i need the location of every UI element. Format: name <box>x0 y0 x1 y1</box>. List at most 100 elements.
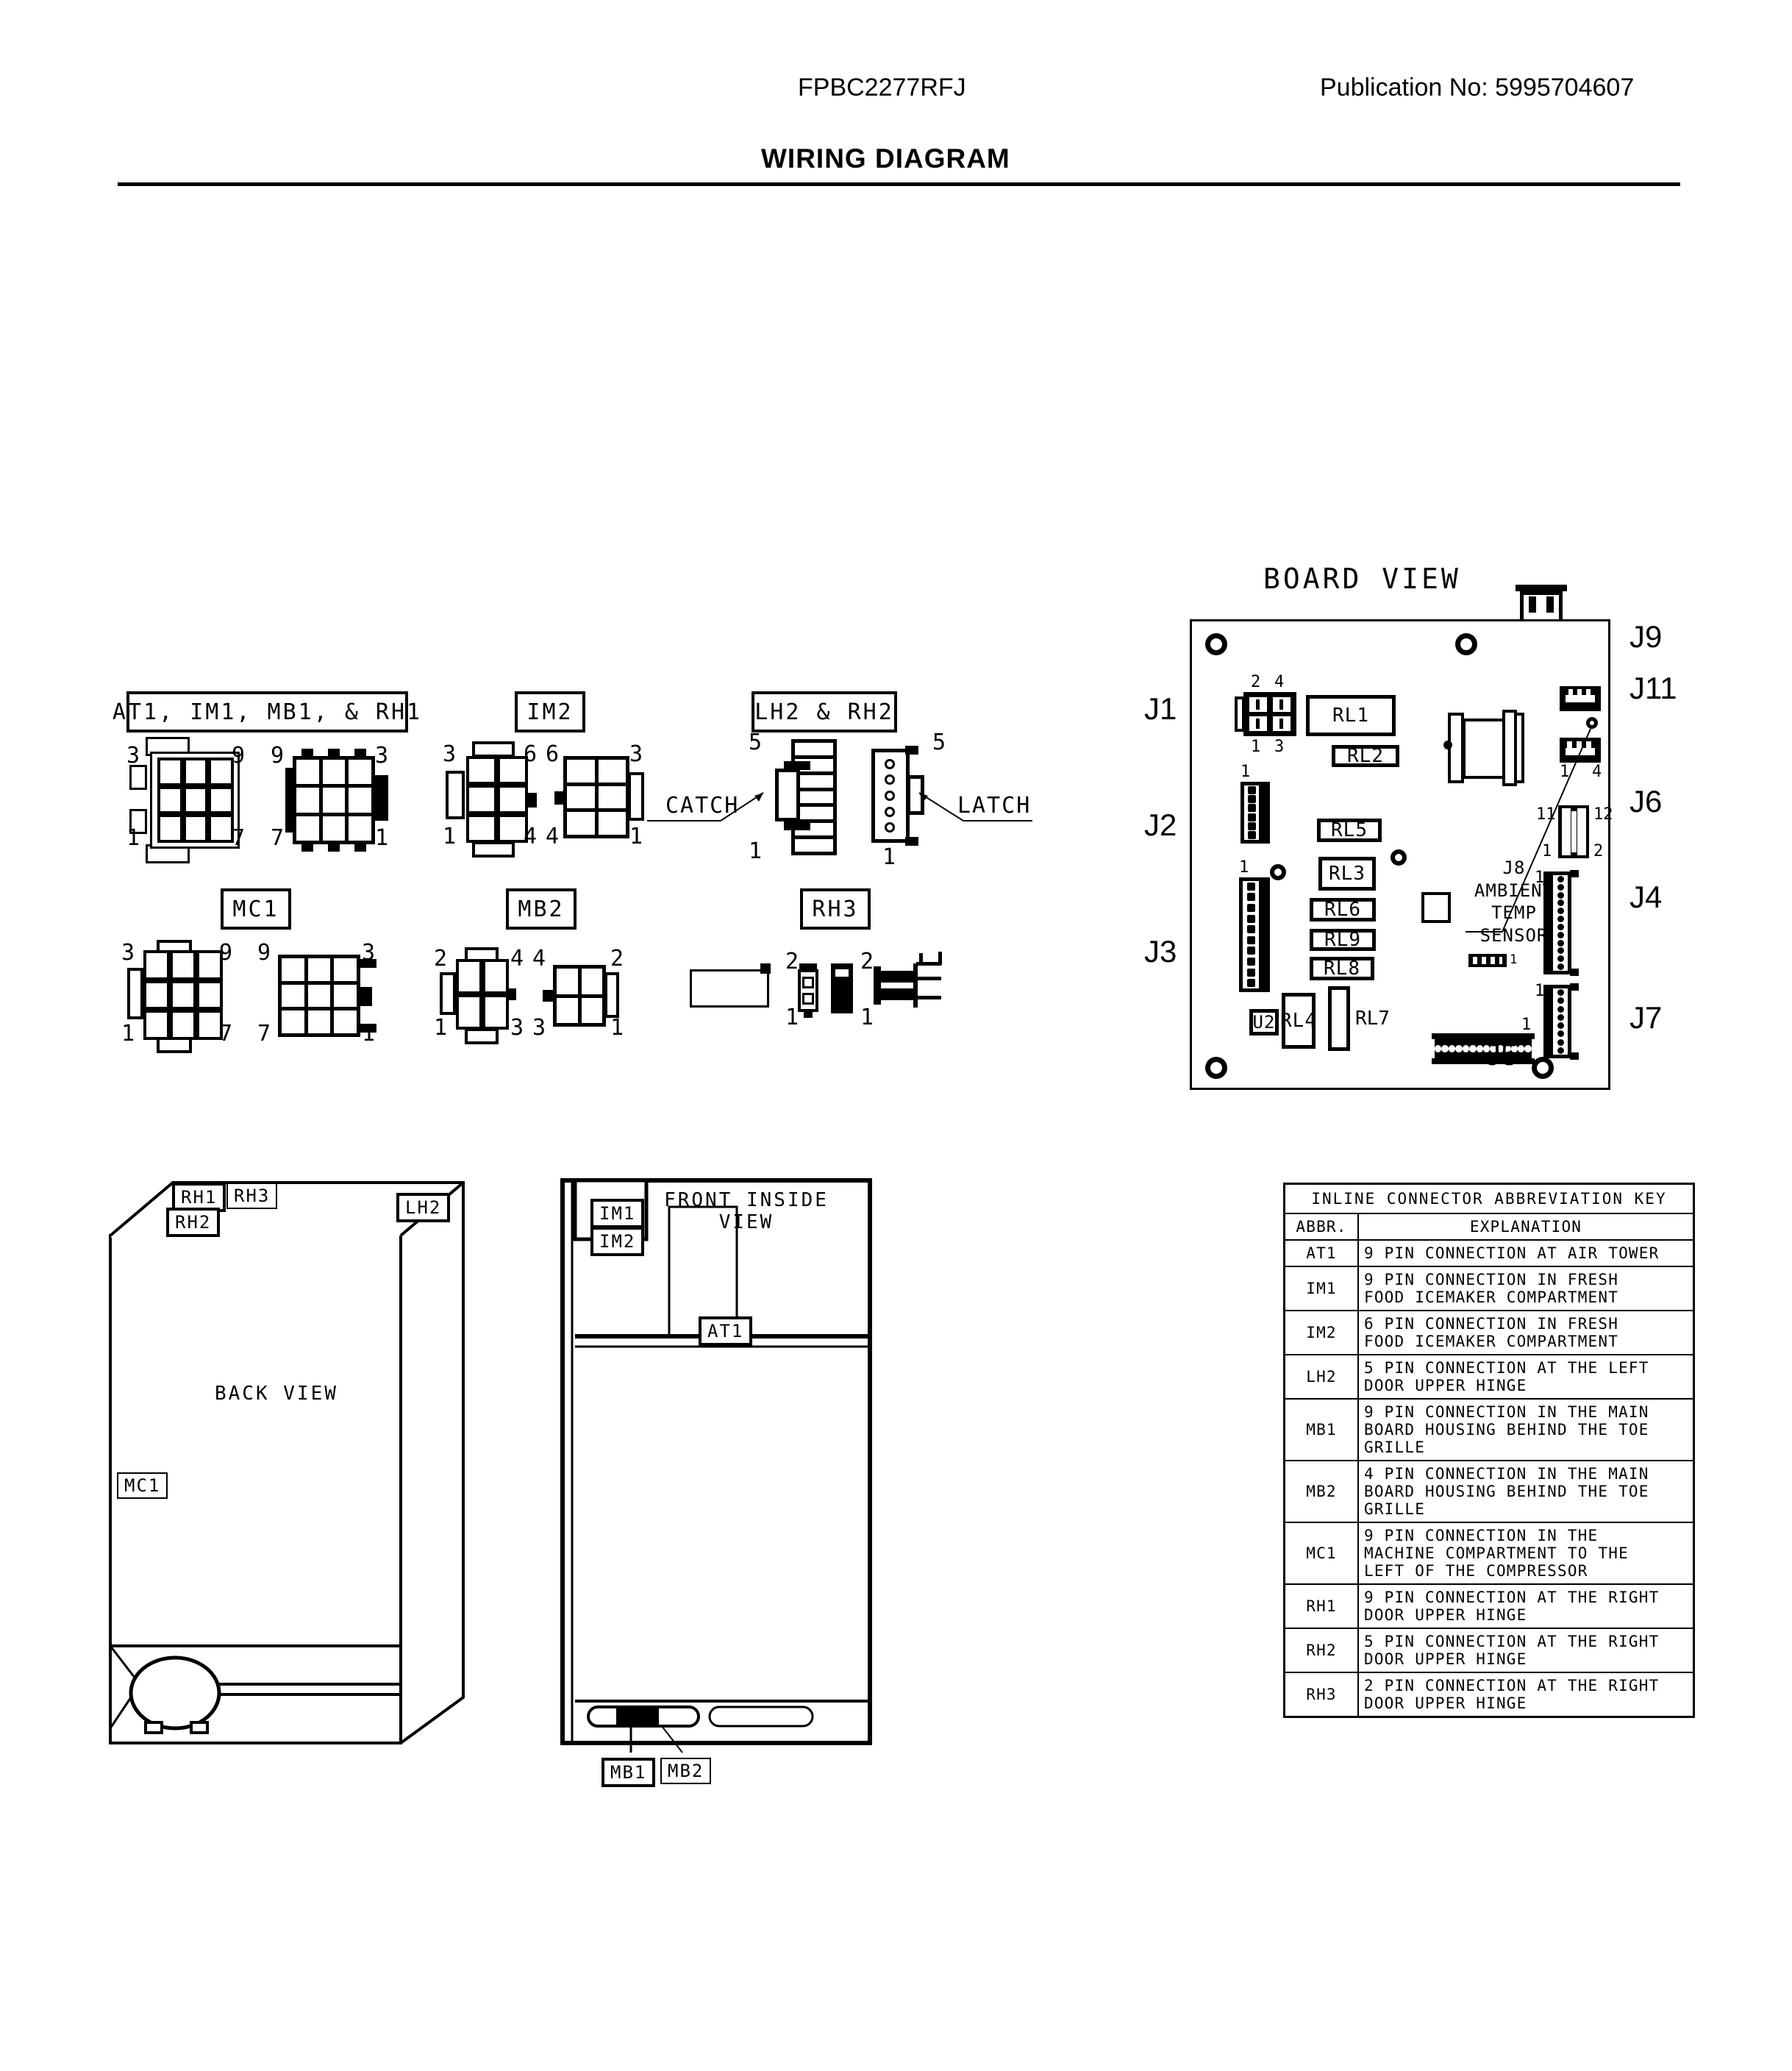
connector-rh3-shell <box>690 963 785 1013</box>
connector-label-j11: J11 <box>1629 671 1677 705</box>
pin-label: 9 <box>257 940 271 966</box>
page-title: WIRING DIAGRAM <box>761 143 1010 174</box>
connector-caption-rh3: RH3 <box>800 888 871 930</box>
connector-j2[interactable] <box>1241 782 1263 844</box>
back-view-label-rh2: RH2 <box>166 1208 221 1237</box>
pin-label: 6 <box>546 741 560 767</box>
pin-label: 2 <box>1251 673 1261 691</box>
table-row: LH2 5 PIN CONNECTION AT THE LEFT DOOR UPP… <box>1283 1354 1695 1400</box>
connector-rh3-receptacle <box>831 963 860 1015</box>
table-row: AT1 9 PIN CONNECTION AT AIR TOWER <box>1283 1239 1695 1267</box>
key-abbr: AT1 <box>1283 1239 1359 1267</box>
connector-j1[interactable] <box>1235 692 1296 736</box>
key-explanation: 9 PIN CONNECTION IN THE MAIN BOARD HOUSIN… <box>1357 1398 1695 1461</box>
key-explanation: 9 PIN CONNECTION AT AIR TOWER <box>1357 1239 1695 1267</box>
pin-label: 1 <box>121 1021 135 1047</box>
key-abbr: RH3 <box>1283 1672 1359 1718</box>
pin-label: 2 <box>785 949 799 974</box>
connector-caption-at1-im1-mb1-rh1: AT1, IM1, MB1, & RH1 <box>113 691 420 732</box>
pin-label: 1 <box>1521 1016 1532 1034</box>
relay-rl9: RL9 <box>1310 929 1376 951</box>
mounting-hole <box>1205 1057 1227 1079</box>
table-row: MB1 9 PIN CONNECTION IN THE MAIN BOARD HO… <box>1283 1398 1695 1461</box>
pin-label: 3 <box>510 1015 524 1041</box>
pin-label: 4 <box>1274 673 1285 691</box>
table-row: IM2 6 PIN CONNECTION IN FRESH FOOD ICEMAK… <box>1283 1310 1695 1355</box>
ic-square <box>1421 892 1451 923</box>
key-table-header-abbr: ABBR. <box>1283 1213 1359 1241</box>
key-abbr: MB2 <box>1283 1460 1359 1523</box>
connector-j4[interactable] <box>1549 871 1571 974</box>
front-view-title: FRONT INSIDE VIEW <box>662 1189 831 1233</box>
pin-label: 1 <box>1251 738 1261 756</box>
pin-label: 1 <box>375 825 389 851</box>
pin-label: 1 <box>1535 982 1545 1000</box>
pin-label: 4 <box>510 946 524 972</box>
connector-label-j4: J4 <box>1629 880 1663 914</box>
key-abbr: MC1 <box>1283 1522 1359 1585</box>
pin-label: 3 <box>375 743 389 769</box>
mounting-hole <box>1455 633 1477 655</box>
front-view-title-line2: VIEW <box>718 1211 774 1233</box>
connector-label-j9: J9 <box>1629 619 1663 654</box>
connector-j3[interactable] <box>1239 877 1263 992</box>
pin-label: 3 <box>121 940 135 966</box>
key-abbr: RH2 <box>1283 1628 1359 1673</box>
pin-label: 3 <box>362 940 376 966</box>
table-row: RH2 5 PIN CONNECTION AT THE RIGHT DOOR UP… <box>1283 1628 1695 1673</box>
pin-label: 4 <box>546 824 560 849</box>
connector-label-j2: J2 <box>1144 808 1177 842</box>
pin-label: 3 <box>629 741 643 767</box>
small-header <box>1468 954 1507 967</box>
pin-label: 1 <box>362 1021 376 1047</box>
relay-rl8: RL8 <box>1310 957 1374 980</box>
connector-j7[interactable] <box>1549 985 1571 1058</box>
front-view-drawing <box>560 1178 872 1753</box>
pin-label: 1 <box>1535 869 1545 887</box>
abbreviation-key-table: INLINE CONNECTOR ABBREVIATION KEY ABBR. … <box>1283 1183 1695 1718</box>
mounting-hole <box>1532 1057 1554 1079</box>
key-abbr: MB1 <box>1283 1398 1359 1461</box>
pin-label: 1 <box>629 824 643 849</box>
pin-label: 1 <box>860 1005 874 1030</box>
connector-rh3-plug <box>796 963 826 1018</box>
pin-label: 3 <box>532 1015 546 1041</box>
connector-caption-mb2: MB2 <box>506 888 576 930</box>
pin-label: 1 <box>434 1015 448 1041</box>
relay-rl7-body <box>1328 986 1350 1051</box>
pin-label: 5 <box>932 730 946 755</box>
front-view-label-mb2: MB2 <box>660 1758 712 1784</box>
relay-rl6: RL6 <box>1310 898 1376 922</box>
key-explanation: 4 PIN CONNECTION IN THE MAIN BOARD HOUSIN… <box>1357 1460 1695 1523</box>
back-view-label-rh3: RH3 <box>226 1183 278 1209</box>
pin-label: 3 <box>1274 738 1285 756</box>
main-control-board: 2 4 1 3 RL1 RL2 RL5 RL3 RL6 RL9 RL8 RL4 … <box>1190 619 1613 1090</box>
key-table-header-explanation: EXPLANATION <box>1357 1213 1695 1241</box>
pin-label: 3 <box>126 743 140 769</box>
connector-caption-im2: IM2 <box>515 691 585 732</box>
relay-rl2: RL2 <box>1332 745 1399 767</box>
connector-label-j3: J3 <box>1144 934 1177 969</box>
relay-rl3: RL3 <box>1318 857 1376 891</box>
connector-label-j5: J5 <box>1485 1037 1518 1072</box>
front-view-label-im1: IM1 <box>590 1199 645 1228</box>
table-row: MB2 4 PIN CONNECTION IN THE MAIN BOARD HO… <box>1283 1460 1695 1523</box>
connector-j9[interactable] <box>1560 686 1601 711</box>
key-explanation: 9 PIN CONNECTION AT THE RIGHT DOOR UPPER … <box>1357 1583 1695 1629</box>
pin-label: 1 <box>126 825 140 851</box>
connector-label-j6: J6 <box>1629 784 1663 819</box>
pin-label: 1 <box>1241 763 1251 781</box>
relay-rl4: RL4 <box>1280 993 1316 1049</box>
catch-label: CATCH <box>665 793 740 819</box>
key-abbr: IM1 <box>1283 1266 1359 1311</box>
pin-label: 1 <box>749 838 763 864</box>
key-explanation: 9 PIN CONNECTION IN THE MACHINE COMPARTME… <box>1357 1522 1695 1585</box>
table-row: MC1 9 PIN CONNECTION IN THE MACHINE COMPA… <box>1283 1522 1695 1585</box>
board-view-title: BOARD VIEW <box>1263 563 1461 595</box>
connector-label-j7: J7 <box>1629 1000 1663 1035</box>
pin-label: 2 <box>610 946 624 972</box>
table-row: RH3 2 PIN CONNECTION AT THE RIGHT DOOR UP… <box>1283 1672 1695 1718</box>
ic-u2: U2 <box>1249 1009 1279 1036</box>
connector-at1-plug <box>129 737 243 863</box>
relay-rl1: RL1 <box>1306 695 1396 736</box>
